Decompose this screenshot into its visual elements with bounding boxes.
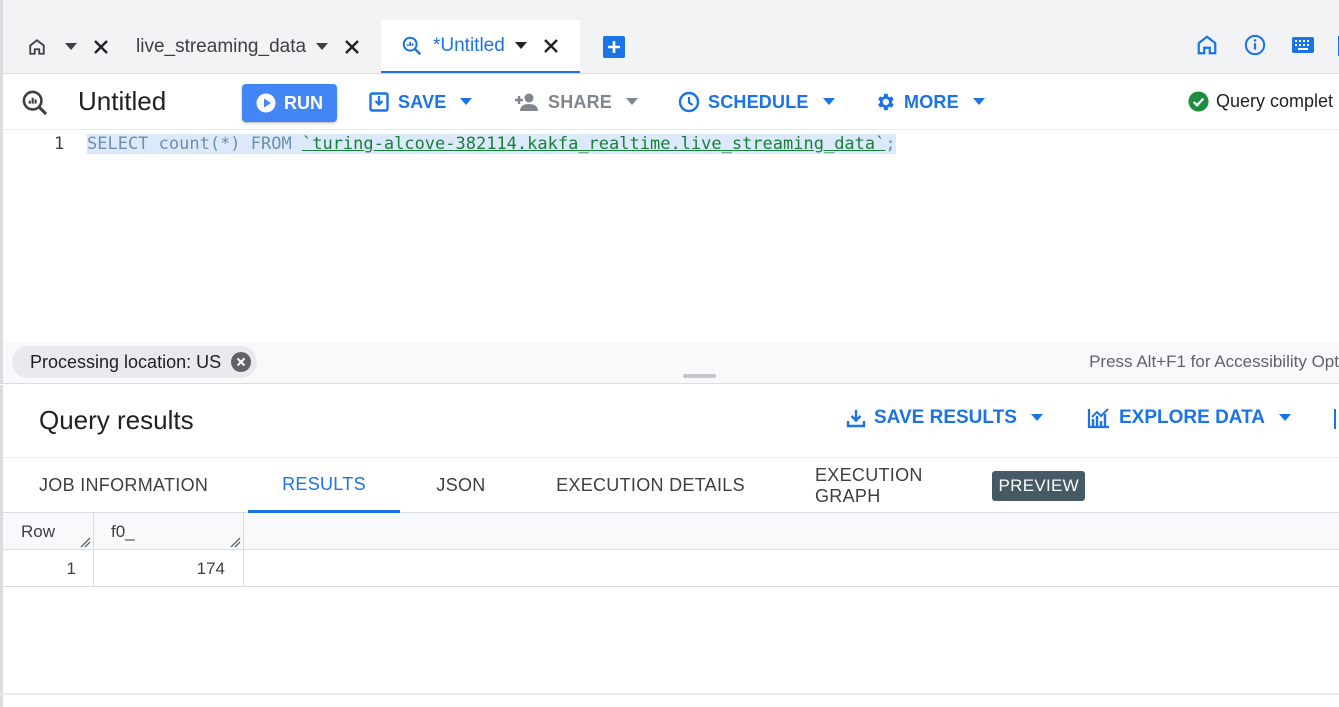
query-status: Query complet: [1216, 91, 1334, 111]
chevron-down-icon: [972, 98, 985, 106]
results-tab-bar: JOB INFORMATION RESULTS JSON EXECUTION D…: [3, 457, 1339, 513]
share-button[interactable]: SHARE: [514, 74, 639, 130]
chevron-down-icon[interactable]: [316, 43, 329, 51]
gear-icon: [874, 91, 896, 113]
home-icon: [27, 37, 47, 57]
save-button[interactable]: SAVE: [369, 74, 473, 130]
chevron-down-icon: [1279, 414, 1292, 422]
query-icon: [21, 89, 49, 122]
chevron-down-icon[interactable]: [65, 43, 77, 51]
tab-untitled-query[interactable]: *Untitled: [381, 20, 580, 74]
clock-icon: [678, 91, 700, 113]
tab-execution-details[interactable]: EXECUTION DETAILS: [548, 458, 753, 513]
tab-label: live_streaming_data: [136, 36, 307, 57]
explore-data-button[interactable]: EXPLORE DATA: [1087, 407, 1292, 429]
schedule-button[interactable]: SCHEDULE: [678, 74, 835, 130]
home-icon[interactable]: [1196, 34, 1218, 61]
save-icon: [369, 92, 389, 112]
chevron-down-icon[interactable]: [514, 41, 527, 50]
tab-results[interactable]: RESULTS: [248, 458, 400, 513]
chevron-down-icon: [626, 98, 639, 106]
value-cell[interactable]: 174: [93, 550, 225, 587]
tab-json[interactable]: JSON: [424, 458, 498, 513]
schedule-label: SCHEDULE: [708, 91, 809, 112]
tab-live-streaming-data[interactable]: live_streaming_data: [136, 20, 376, 74]
query-results-panel: Query results SAVE RESULTS EXPLORE DATA …: [0, 385, 1339, 707]
editor-status-strip: Processing location: US Press Alt+F1 for…: [0, 342, 1339, 384]
expand-icon[interactable]: [1334, 409, 1339, 429]
divider: [0, 693, 1339, 695]
info-icon[interactable]: [1244, 34, 1266, 61]
row-number-cell: 1: [66, 558, 76, 578]
processing-location-label: Processing location: US: [30, 351, 222, 372]
sql-text: ;: [885, 134, 896, 154]
tab-bar: live_streaming_data *Untitled: [0, 0, 1339, 74]
tab-home[interactable]: [25, 20, 115, 74]
column-resize-icon[interactable]: [79, 535, 91, 548]
column-divider: [243, 550, 244, 587]
run-button[interactable]: RUN: [242, 84, 337, 122]
more-button[interactable]: MORE: [874, 74, 985, 130]
explore-data-label: EXPLORE DATA: [1119, 407, 1266, 428]
chevron-down-icon: [1030, 414, 1043, 422]
play-icon: [256, 93, 276, 113]
tab-label: *Untitled: [433, 34, 505, 56]
close-icon[interactable]: [93, 39, 109, 55]
close-icon[interactable]: [231, 352, 252, 372]
sql-text: count(*): [148, 134, 251, 154]
tab-job-information[interactable]: JOB INFORMATION: [39, 458, 215, 513]
sql-table-reference[interactable]: `turing-alcove-382114.kakfa_realtime.liv…: [302, 134, 885, 154]
chart-icon: [1087, 407, 1111, 429]
chevron-down-icon: [460, 98, 473, 106]
table-header: Row f0_: [3, 513, 1339, 550]
query-toolbar: Untitled RUN SAVE SHARE SCHEDULE MORE Qu…: [0, 74, 1339, 130]
keyboard-icon[interactable]: [1291, 36, 1315, 59]
check-circle-icon: [1188, 91, 1209, 117]
sql-keyword: SELECT: [87, 134, 149, 154]
sql-keyword: FROM: [250, 134, 292, 154]
column-divider: [243, 513, 244, 550]
results-title: Query results: [39, 405, 194, 435]
save-results-button[interactable]: SAVE RESULTS: [846, 407, 1043, 429]
column-resize-icon[interactable]: [229, 535, 241, 548]
save-results-label: SAVE RESULTS: [874, 407, 1017, 428]
tab-execution-graph[interactable]: EXECUTION GRAPH PREVIEW: [815, 458, 1085, 513]
preview-badge: PREVIEW: [992, 470, 1085, 501]
person-add-icon: [514, 92, 540, 112]
save-label: SAVE: [398, 91, 447, 112]
sql-editor[interactable]: 1 SELECT count(*) FROM `turing-alcove-38…: [0, 130, 1339, 342]
tab-label: EXECUTION GRAPH: [815, 464, 923, 506]
close-icon[interactable]: [543, 38, 559, 54]
column-header-f0: f0_: [111, 521, 135, 541]
chevron-down-icon: [822, 98, 835, 106]
add-tab-icon[interactable]: [603, 36, 625, 58]
column-divider: [93, 513, 94, 550]
share-label: SHARE: [548, 91, 613, 112]
line-number: 1: [54, 134, 65, 154]
query-title: Untitled: [78, 86, 167, 116]
close-icon[interactable]: [344, 39, 360, 55]
code-line[interactable]: SELECT count(*) FROM `turing-alcove-3821…: [87, 134, 896, 154]
accessibility-hint: Press Alt+F1 for Accessibility Opt: [1089, 352, 1339, 371]
resize-handle[interactable]: [683, 374, 716, 378]
query-icon: [401, 35, 423, 57]
processing-location-chip[interactable]: Processing location: US: [12, 346, 258, 378]
editor-gutter: 1: [6, 130, 87, 342]
table-row[interactable]: 1 174: [3, 550, 1339, 587]
run-label: RUN: [284, 92, 323, 113]
more-label: MORE: [904, 91, 959, 112]
download-icon: [846, 408, 866, 428]
